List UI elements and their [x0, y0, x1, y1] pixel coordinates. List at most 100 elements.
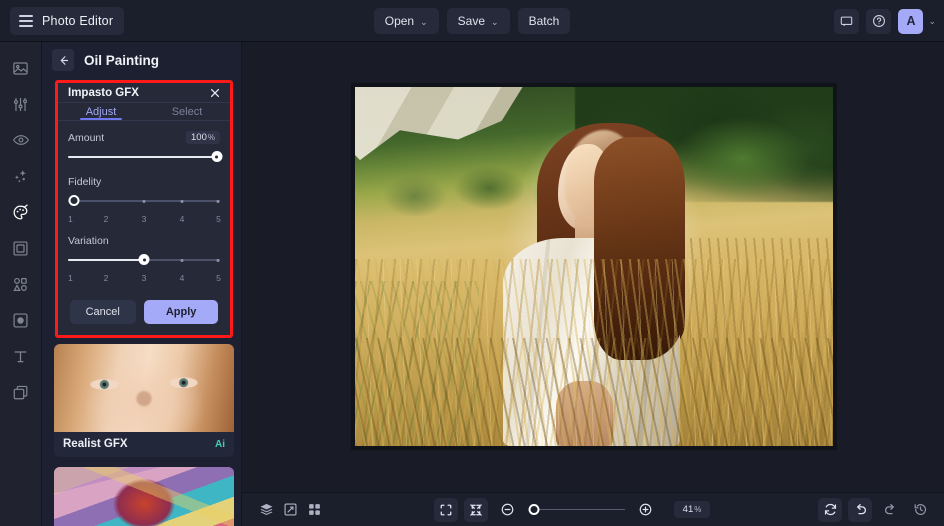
batch-button[interactable]: Batch	[517, 8, 571, 34]
zoom-knob[interactable]	[528, 503, 540, 515]
top-bar: Photo Editor Open ⌄ Save ⌄ Batch A ⌄	[0, 0, 944, 42]
zoom-in-button[interactable]	[634, 498, 658, 522]
actual-size-button[interactable]	[463, 497, 488, 522]
amount-slider[interactable]	[68, 150, 223, 164]
status-badge: Ai	[215, 438, 225, 450]
zoom-out-button[interactable]	[496, 498, 520, 522]
sidebar-item-shapes[interactable]	[6, 268, 36, 300]
impasto-gfx-dialog: Impasto GFX Adjust Select Amount 100% Fi…	[58, 83, 230, 335]
amount-knob[interactable]	[211, 151, 223, 162]
close-button[interactable]	[209, 87, 221, 99]
dialog-tabs: Adjust Select	[58, 103, 230, 121]
dialog-body: Amount 100% Fidelity 1 2 3 4 5 Variation…	[58, 121, 230, 294]
shapes-icon	[13, 277, 27, 291]
layers-stack-button[interactable]	[254, 498, 278, 522]
variation-label-4: 4	[179, 273, 185, 283]
art-wheat-foreground	[355, 338, 833, 446]
fidelity-knob[interactable]	[68, 195, 80, 206]
list-item[interactable]: Oil Painting 1 Ai	[54, 467, 234, 526]
artwork-image[interactable]	[355, 87, 833, 446]
back-button[interactable]	[52, 49, 74, 71]
reset-button[interactable]	[818, 497, 843, 522]
fit-screen-icon	[440, 504, 452, 515]
cancel-button[interactable]: Cancel	[69, 300, 136, 324]
chevron-down-icon: ⌄	[491, 16, 499, 27]
open-button[interactable]: Open ⌄	[373, 8, 439, 34]
dialog-title: Impasto GFX	[68, 86, 139, 99]
preset-name: Realist GFX	[63, 438, 128, 450]
effects-panel: Oil Painting Impasto GFX Adjust Select A…	[42, 42, 242, 526]
fidelity-label-4: 4	[179, 214, 185, 224]
layers-icon	[13, 385, 28, 399]
panel-header: Oil Painting	[42, 42, 241, 78]
grid-button[interactable]	[302, 498, 326, 522]
amount-row: Amount 100%	[68, 131, 220, 144]
feedback-button[interactable]	[834, 8, 860, 34]
artwork-frame[interactable]	[352, 84, 836, 449]
undo-button[interactable]	[848, 497, 873, 522]
help-button[interactable]	[866, 8, 892, 34]
top-right-actions: A ⌄	[834, 0, 936, 42]
compare-button[interactable]	[278, 498, 302, 522]
tab-adjust[interactable]: Adjust	[58, 103, 144, 120]
image-icon	[13, 61, 28, 75]
list-item[interactable]: Realist GFX Ai	[54, 344, 234, 457]
sidebar-item-layers[interactable]	[6, 376, 36, 408]
eye-retouch-icon	[12, 135, 29, 145]
help-circle-icon	[873, 15, 885, 27]
zoom-slider[interactable]	[528, 503, 625, 516]
zoom-track	[528, 508, 625, 510]
amount-value[interactable]: 100%	[186, 131, 220, 144]
save-label: Save	[457, 14, 486, 28]
sidebar-item-text[interactable]	[6, 340, 36, 372]
sidebar-item-adjust[interactable]	[6, 88, 36, 120]
sidebar-item-frame[interactable]	[6, 232, 36, 264]
sidebar-item-retouch[interactable]	[6, 124, 36, 156]
sidebar-item-palette[interactable]	[6, 196, 36, 228]
chevron-down-icon[interactable]: ⌄	[928, 16, 936, 27]
avatar[interactable]: A	[898, 8, 924, 34]
bottom-right-actions	[818, 497, 932, 522]
bottom-bar: 41%	[242, 492, 944, 526]
variation-slider[interactable]	[68, 253, 220, 267]
fidelity-label-3: 3	[141, 214, 147, 224]
fidelity-label-2: 2	[103, 214, 109, 224]
grid-icon	[308, 504, 320, 515]
sidebar-item-effects[interactable]	[6, 160, 36, 192]
history-icon	[914, 504, 926, 515]
text-icon	[14, 350, 27, 362]
save-button[interactable]: Save ⌄	[446, 8, 510, 34]
adjust-sliders-icon	[13, 97, 28, 111]
hamburger-icon[interactable]	[19, 14, 33, 27]
variation-knob[interactable]	[138, 254, 150, 265]
page-title: Oil Painting	[84, 52, 160, 68]
canvas-area[interactable]	[242, 42, 944, 492]
art-sky-patch	[355, 87, 528, 161]
fit-screen-button[interactable]	[433, 497, 458, 522]
fidelity-label-5: 5	[216, 214, 221, 224]
open-label: Open	[384, 14, 415, 28]
history-button[interactable]	[908, 498, 932, 522]
chevron-down-icon: ⌄	[420, 16, 428, 27]
variation-fill	[68, 259, 144, 261]
redo-button[interactable]	[878, 498, 902, 522]
preset-thumbnail[interactable]	[54, 467, 234, 526]
tab-select[interactable]: Select	[144, 103, 230, 120]
preset-thumbnail[interactable]	[54, 344, 234, 432]
apply-button[interactable]: Apply	[143, 300, 219, 324]
brand-menu-button[interactable]: Photo Editor	[10, 6, 125, 35]
zoom-level-value[interactable]: 41%	[673, 501, 711, 518]
frame-crop-icon	[13, 240, 28, 256]
dialog-footer: Cancel Apply	[58, 294, 230, 335]
actual-size-icon	[469, 503, 482, 516]
mask-icon	[13, 312, 28, 328]
app-root: Photo Editor Open ⌄ Save ⌄ Batch A ⌄ Oil…	[0, 0, 944, 526]
sidebar-item-mask[interactable]	[6, 304, 36, 336]
sidebar-item-image[interactable]	[6, 52, 36, 84]
tool-rail	[0, 42, 42, 526]
reset-icon	[824, 503, 836, 516]
zoom-out-icon	[501, 503, 514, 516]
fidelity-slider[interactable]	[68, 194, 220, 208]
zoom-control[interactable]	[496, 498, 658, 522]
variation-tick-5	[216, 258, 220, 262]
